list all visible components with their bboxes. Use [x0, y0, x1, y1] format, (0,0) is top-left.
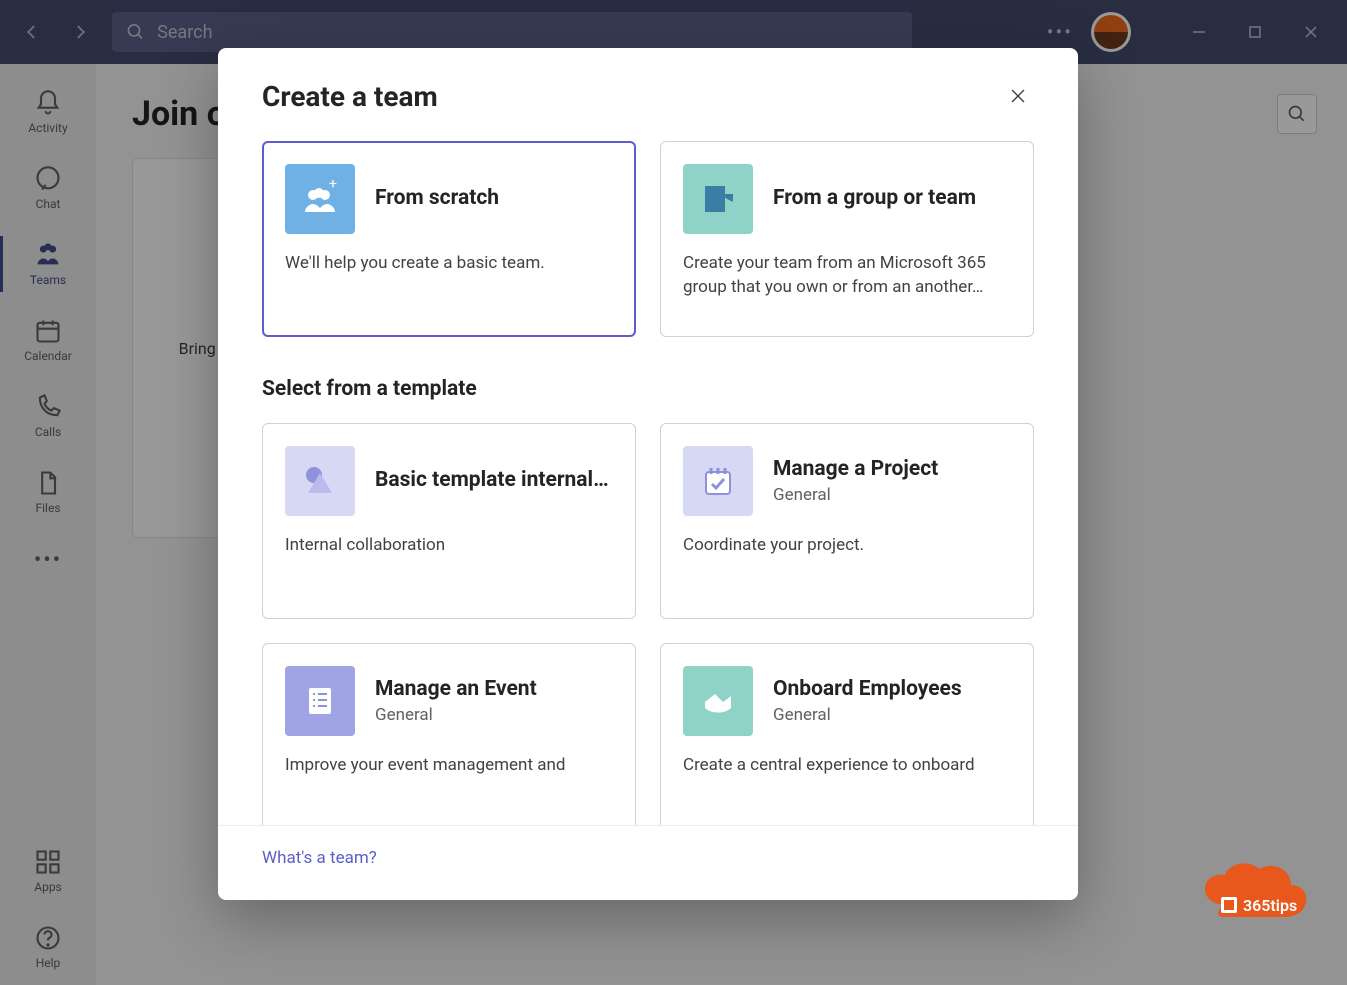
card-template-event[interactable]: Manage an Event General Improve your eve… [262, 643, 636, 825]
modal-footer: What's a team? [218, 825, 1078, 900]
modal-close-button[interactable] [1002, 80, 1034, 112]
from-scratch-icon: + [285, 164, 355, 234]
from-group-icon [683, 164, 753, 234]
onboard-icon [683, 666, 753, 736]
modal-title: Create a team [262, 80, 1002, 113]
card-template-onboard[interactable]: Onboard Employees General Create a centr… [660, 643, 1034, 825]
card-desc: Create a central experience to onboard [683, 754, 1011, 778]
card-subtitle: General [375, 705, 537, 725]
event-icon [285, 666, 355, 736]
card-template-project[interactable]: Manage a Project General Coordinate your… [660, 423, 1034, 619]
card-title: Manage an Event [375, 677, 537, 702]
card-from-scratch[interactable]: + From scratch We'll help you create a b… [262, 141, 636, 337]
create-team-modal: Create a team + From scratch [218, 48, 1078, 900]
card-subtitle: General [773, 485, 938, 505]
basic-template-icon [285, 446, 355, 516]
card-from-group[interactable]: From a group or team Create your team fr… [660, 141, 1034, 337]
card-desc: Coordinate your project. [683, 534, 1011, 558]
tips-badge[interactable]: 365tips [1195, 855, 1315, 929]
modal-scroll-area[interactable]: + From scratch We'll help you create a b… [218, 113, 1078, 825]
svg-text:365tips: 365tips [1243, 896, 1297, 915]
card-title: Basic template internal… [375, 468, 609, 493]
project-icon [683, 446, 753, 516]
card-desc: Internal collaboration [285, 534, 613, 558]
card-title: From a group or team [773, 186, 976, 211]
card-subtitle: General [773, 705, 962, 725]
whats-a-team-link[interactable]: What's a team? [262, 848, 377, 868]
svg-text:+: + [329, 178, 337, 192]
card-title: Manage a Project [773, 457, 938, 482]
card-title: From scratch [375, 186, 499, 211]
close-icon [1009, 87, 1027, 105]
card-template-basic[interactable]: Basic template internal… Internal collab… [262, 423, 636, 619]
card-desc: Improve your event management and [285, 754, 613, 778]
card-title: Onboard Employees [773, 677, 962, 702]
card-desc: We'll help you create a basic team. [285, 252, 613, 276]
template-section-heading: Select from a template [262, 377, 1034, 401]
card-desc: Create your team from an Microsoft 365 g… [683, 252, 1011, 300]
